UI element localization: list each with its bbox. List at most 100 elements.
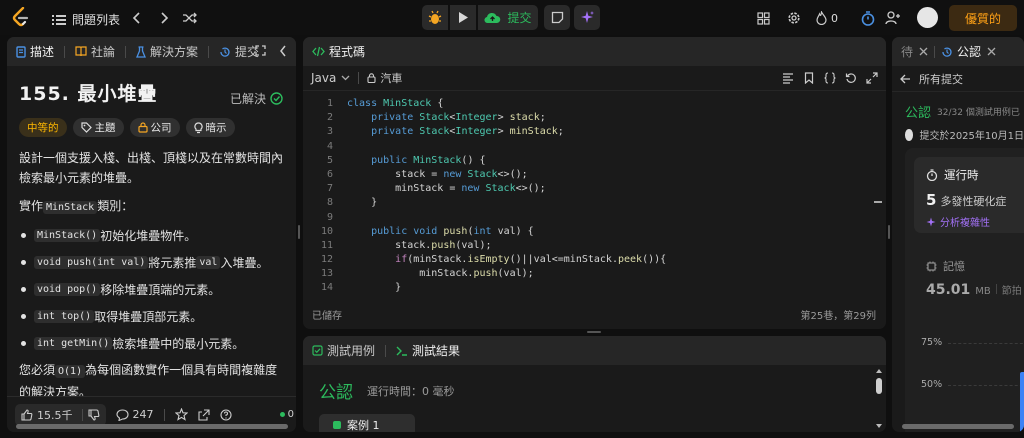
gridline-50 bbox=[948, 385, 1024, 386]
points-indicator[interactable]: 0 bbox=[816, 9, 846, 27]
tab-pending[interactable]: 待 bbox=[901, 43, 913, 60]
resize-handle[interactable] bbox=[888, 225, 890, 239]
avatar[interactable] bbox=[917, 7, 938, 28]
chevron-down-icon bbox=[341, 75, 350, 81]
memory-value-row: 45.01 MB 節拍 bbox=[926, 282, 1022, 298]
submission-status: 公認 bbox=[905, 106, 932, 121]
sparkle-icon bbox=[926, 217, 936, 226]
code-line[interactable]: 11 stack.push(val); bbox=[303, 239, 886, 253]
stopwatch-icon bbox=[926, 169, 938, 181]
submit-button[interactable]: 提交 bbox=[478, 5, 538, 30]
line-number: 10 bbox=[320, 225, 333, 237]
language-select[interactable]: Java bbox=[311, 71, 350, 85]
online-dot bbox=[279, 412, 285, 417]
line-source: class MinStack { bbox=[347, 98, 444, 109]
tab-accepted[interactable]: 公認 bbox=[941, 43, 981, 60]
reset-icon[interactable] bbox=[845, 72, 857, 84]
tab-divider bbox=[125, 45, 127, 58]
points-count: 0 bbox=[831, 11, 838, 25]
close-icon[interactable] bbox=[987, 47, 996, 56]
divider bbox=[358, 72, 360, 84]
hint-tag[interactable]: 暗示 bbox=[185, 118, 235, 137]
tab-code[interactable]: 程式碼 bbox=[312, 43, 365, 60]
tab-description[interactable]: 描述 bbox=[16, 43, 54, 60]
vertical-scrollbar[interactable] bbox=[876, 378, 882, 394]
code-line[interactable]: 2 private Stack<Integer> stack; bbox=[303, 111, 886, 125]
timer-button[interactable] bbox=[859, 9, 877, 27]
problem-list-button[interactable]: 問題列表 bbox=[52, 11, 120, 28]
run-button[interactable] bbox=[450, 5, 476, 30]
help-icon bbox=[219, 408, 232, 421]
horizontal-scrollbar[interactable] bbox=[902, 424, 1014, 429]
difficulty-badge: 中等的 bbox=[19, 118, 67, 137]
code-area[interactable]: 1 class MinStack {2 private Stack<Integer… bbox=[303, 97, 886, 297]
like-button[interactable]: 15.5千 bbox=[21, 407, 73, 423]
code-line[interactable]: 12 if(minStack.isEmpty()||val<=minStack.… bbox=[303, 253, 886, 267]
arrow-left-icon bbox=[900, 74, 910, 83]
thumbs-up-icon bbox=[21, 408, 33, 421]
testcases-passed: 32/32 個測試用例已 bbox=[937, 108, 1020, 118]
settings-button[interactable] bbox=[785, 9, 803, 27]
case-1-tab[interactable]: 案例 1 bbox=[319, 414, 415, 432]
resize-handle[interactable] bbox=[587, 331, 601, 333]
thumbs-down-icon bbox=[87, 408, 99, 421]
braces-icon[interactable] bbox=[824, 72, 836, 84]
comments-button[interactable]: 247 bbox=[115, 408, 154, 421]
favorite-button[interactable] bbox=[174, 408, 188, 421]
like-dislike-group: 15.5千 bbox=[15, 403, 106, 426]
list-item: void push(int val) 將元素推 val 入堆疊。 bbox=[19, 254, 284, 271]
code-line[interactable]: 7 minStack = new Stack<>(); bbox=[303, 182, 886, 196]
topics-tag[interactable]: 主題 bbox=[72, 118, 124, 137]
code-line[interactable]: 1 class MinStack { bbox=[303, 97, 886, 111]
tab-editorial[interactable]: 社論 bbox=[75, 43, 115, 60]
scroll-up-arrow[interactable] bbox=[876, 369, 882, 373]
format-icon[interactable] bbox=[782, 72, 794, 84]
auto-mode-toggle[interactable]: 汽車 bbox=[367, 70, 402, 86]
scroll-down-arrow[interactable] bbox=[876, 424, 882, 428]
code-line[interactable]: 14 } bbox=[303, 281, 886, 295]
resize-handle[interactable] bbox=[298, 225, 300, 239]
tab-test-result[interactable]: 測試結果 bbox=[396, 342, 460, 359]
all-submissions-link[interactable]: 所有提交 bbox=[892, 66, 1024, 92]
case-status-icon bbox=[333, 421, 341, 429]
bookmark-icon[interactable] bbox=[803, 72, 815, 84]
code-line[interactable]: 3 private Stack<Integer> minStack; bbox=[303, 125, 886, 139]
companies-tag[interactable]: 公司 bbox=[129, 118, 180, 137]
code-line[interactable]: 6 stack = new Stack<>(); bbox=[303, 168, 886, 182]
random-problem-button[interactable] bbox=[181, 9, 199, 27]
line-number: 7 bbox=[326, 183, 333, 195]
help-button[interactable] bbox=[219, 408, 232, 421]
next-problem-button[interactable] bbox=[155, 9, 173, 27]
debug-button[interactable] bbox=[422, 5, 448, 30]
horizontal-scrollbar[interactable] bbox=[16, 424, 288, 429]
invite-button[interactable] bbox=[884, 9, 902, 27]
code-line[interactable]: 13 minStack.push(val); bbox=[303, 267, 886, 281]
tab-testcase[interactable]: 測試用例 bbox=[312, 342, 375, 359]
fullscreen-icon[interactable] bbox=[866, 72, 878, 84]
distribution-bar[interactable] bbox=[1020, 372, 1024, 432]
runtime-card[interactable]: 運行時 5 多發性硬化症 分析複雜性 bbox=[914, 157, 1024, 233]
leetcode-logo-icon[interactable] bbox=[11, 7, 31, 28]
code-line[interactable]: 10 public void push(int val) { bbox=[303, 225, 886, 239]
prev-problem-button[interactable] bbox=[128, 9, 146, 27]
premium-button[interactable]: 優質的 bbox=[949, 5, 1017, 31]
share-button[interactable] bbox=[197, 408, 210, 421]
submission-summary: 公認 32/32 個測試用例已 提交於2025年10月1日 bbox=[892, 92, 1024, 142]
document-icon bbox=[16, 45, 26, 58]
collapse-panel-button[interactable] bbox=[279, 45, 287, 57]
layout-button[interactable] bbox=[754, 9, 772, 27]
stopwatch-icon bbox=[861, 10, 875, 26]
notes-button[interactable] bbox=[544, 5, 570, 30]
expand-panel-button[interactable] bbox=[255, 45, 266, 56]
code-line[interactable]: 5 public MinStack() { bbox=[303, 154, 886, 168]
code-line[interactable]: 4 bbox=[303, 140, 886, 154]
dislike-button[interactable] bbox=[87, 408, 100, 421]
close-icon[interactable] bbox=[919, 47, 928, 56]
flask-icon bbox=[136, 45, 147, 58]
ai-assistant-button[interactable] bbox=[574, 5, 600, 30]
tab-solutions[interactable]: 解決方案 bbox=[136, 43, 198, 60]
code-line[interactable]: 9 bbox=[303, 211, 886, 225]
tab-submissions[interactable]: 提交 bbox=[219, 43, 259, 60]
code-line[interactable]: 8 } bbox=[303, 196, 886, 210]
analyze-complexity-button[interactable]: 分析複雜性 bbox=[914, 209, 1024, 229]
